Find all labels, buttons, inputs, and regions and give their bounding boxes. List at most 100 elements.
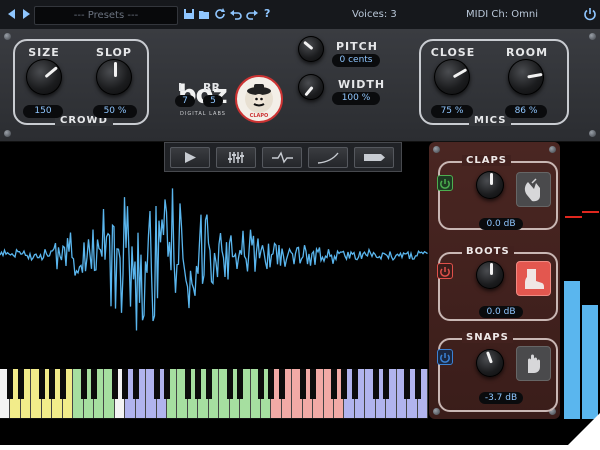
boots-knob[interactable] xyxy=(476,261,504,289)
claps-value[interactable]: 0.0 dB xyxy=(479,218,523,230)
rr-value[interactable]: 5 xyxy=(203,95,223,107)
snaps-power-button[interactable] xyxy=(437,349,453,365)
piano-black-key[interactable] xyxy=(331,369,338,399)
room-knob[interactable] xyxy=(508,59,544,95)
waveform-trace xyxy=(0,188,428,331)
piano-black-key[interactable] xyxy=(205,369,212,399)
screw xyxy=(589,130,596,137)
piano-black-key[interactable] xyxy=(80,369,87,399)
right-level-meter xyxy=(582,305,598,419)
piano-black-key[interactable] xyxy=(153,369,160,399)
slop-label: Slop xyxy=(96,46,132,59)
piano-black-key[interactable] xyxy=(184,369,191,399)
output-meters xyxy=(560,142,600,419)
piano-black-key[interactable] xyxy=(257,369,264,399)
preset-selector[interactable]: --- Presets --- xyxy=(34,6,178,25)
screw xyxy=(4,130,11,137)
piano-black-key[interactable] xyxy=(195,369,202,399)
brand-subtitle: DIGITAL LABS xyxy=(180,111,226,117)
piano-black-key[interactable] xyxy=(226,369,233,399)
top-bar: --- Presets --- ? Voices: 3 MIDI Ch: Omn… xyxy=(0,0,600,30)
midi-channel-readout[interactable]: MIDI Ch: Omni xyxy=(466,8,538,21)
screw xyxy=(433,408,440,415)
right-peak-indicator xyxy=(582,211,599,213)
boots-sample-button[interactable] xyxy=(516,261,551,296)
snaps-label: Snaps xyxy=(462,332,513,343)
boots-label: Boots xyxy=(462,246,514,257)
close-value[interactable]: 75 % xyxy=(431,105,473,118)
width-label: Width xyxy=(338,78,386,91)
redo-icon[interactable] xyxy=(246,8,258,20)
piano-black-key[interactable] xyxy=(310,369,317,399)
snaps-value[interactable]: -3.7 dB xyxy=(479,392,523,404)
power-icon xyxy=(440,179,450,189)
prev-arrow-icon[interactable] xyxy=(6,8,18,20)
refresh-icon[interactable] xyxy=(214,8,226,20)
pitch-label: Pitch xyxy=(336,40,378,53)
piano-black-key[interactable] xyxy=(383,369,390,399)
l-label: L xyxy=(178,81,186,94)
control-header: Crowd Size 150 Slop 50 % boz DIGITAL LAB… xyxy=(0,29,600,172)
piano-black-key[interactable] xyxy=(111,369,118,399)
waveform-display[interactable] xyxy=(0,141,428,369)
screw xyxy=(433,146,440,153)
piano-black-key[interactable] xyxy=(49,369,56,399)
screw xyxy=(589,33,596,40)
piano-black-key[interactable] xyxy=(59,369,66,399)
piano-black-key[interactable] xyxy=(38,369,45,399)
piano-black-key[interactable] xyxy=(90,369,97,399)
piano-black-key[interactable] xyxy=(372,369,379,399)
piano-black-key[interactable] xyxy=(122,369,129,399)
claps-sample-button[interactable] xyxy=(516,172,551,207)
boots-power-button[interactable] xyxy=(437,263,453,279)
screw xyxy=(4,33,11,40)
piano-black-key[interactable] xyxy=(132,369,139,399)
snap-hand-icon xyxy=(528,354,540,373)
snaps-sample-button[interactable] xyxy=(516,346,551,381)
clap-hands-icon xyxy=(524,178,540,202)
power-icon[interactable] xyxy=(583,7,597,21)
boots-value[interactable]: 0.0 dB xyxy=(479,306,523,318)
piano-black-key[interactable] xyxy=(299,369,306,399)
piano-black-key[interactable] xyxy=(351,369,358,399)
l-value[interactable]: 7 xyxy=(175,95,195,107)
pitch-value[interactable]: 0 cents xyxy=(332,54,380,67)
piano-black-key[interactable] xyxy=(341,369,348,399)
rr-label: RR xyxy=(203,81,220,94)
close-label: Close xyxy=(430,46,476,59)
pitch-knob[interactable] xyxy=(298,36,324,62)
boot-icon xyxy=(525,269,544,289)
voices-readout: Voices: 3 xyxy=(352,9,397,20)
slop-value[interactable]: 50 % xyxy=(93,105,137,118)
piano-black-key[interactable] xyxy=(17,369,24,399)
close-knob[interactable] xyxy=(434,59,470,95)
piano-keyboard[interactable] xyxy=(0,369,428,419)
left-level-meter xyxy=(564,280,580,419)
claps-knob[interactable] xyxy=(476,171,504,199)
snaps-knob[interactable] xyxy=(476,349,504,377)
folder-icon[interactable] xyxy=(198,8,210,20)
plugin-window: --- Presets --- ? Voices: 3 MIDI Ch: Omn… xyxy=(0,0,600,445)
piano-black-key[interactable] xyxy=(414,369,421,399)
claps-power-button[interactable] xyxy=(437,175,453,191)
size-knob[interactable] xyxy=(26,59,62,95)
slop-knob[interactable] xyxy=(96,59,132,95)
save-icon[interactable] xyxy=(183,8,195,20)
help-icon[interactable]: ? xyxy=(264,7,270,20)
undo-icon[interactable] xyxy=(230,8,242,20)
resize-corner[interactable] xyxy=(568,413,600,445)
claps-label: Claps xyxy=(462,155,511,166)
screw xyxy=(549,146,556,153)
next-arrow-icon[interactable] xyxy=(20,8,32,20)
size-value[interactable]: 150 xyxy=(23,105,63,118)
piano-black-key[interactable] xyxy=(268,369,275,399)
piano-black-key[interactable] xyxy=(278,369,285,399)
piano-black-key[interactable] xyxy=(164,369,171,399)
piano-black-key[interactable] xyxy=(237,369,244,399)
room-value[interactable]: 86 % xyxy=(505,105,547,118)
width-value[interactable]: 100 % xyxy=(332,92,380,105)
piano-black-key[interactable] xyxy=(404,369,411,399)
piano-black-key[interactable] xyxy=(7,369,14,399)
width-knob[interactable] xyxy=(298,74,324,100)
power-icon xyxy=(440,267,450,277)
